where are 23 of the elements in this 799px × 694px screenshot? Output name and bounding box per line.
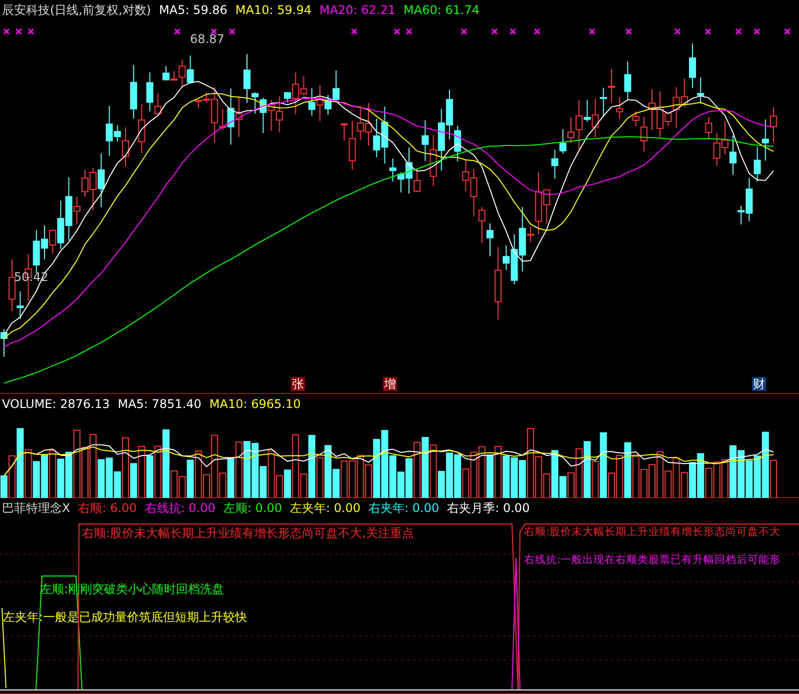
event-marker[interactable]: 财 [752,377,766,391]
indicator-title: 巴菲特理念X [2,500,70,516]
indicator-value: 右夹月季: 0.00 [447,500,530,516]
volume-value: MA10: 6965.10 [209,397,301,411]
high-price-label: 68.87 [190,32,224,46]
event-marker[interactable]: 增 [383,377,397,391]
indicator-value: 左夹年: 0.00 [290,500,361,516]
indicator-value: 右夹年: 0.00 [368,500,440,516]
signal-note: 左夹年:一般是已成功量价筑底但短期上升较快 [3,610,248,624]
moving-average-value: MA20: 62.21 [319,3,396,17]
stock-title: 辰安科技(日线,前复权,对数) [2,2,151,18]
indicator-value: 右顺: 6.00 [78,500,137,516]
signal-note: 右线抗:一般出现在右顺类股票已有升幅回档后可能形 [524,554,781,567]
event-marker[interactable]: 张 [291,377,305,391]
indicator-value: 右线抗: 0.00 [144,500,216,516]
moving-average-value: MA5: 59.86 [159,3,228,17]
signal-note: 右顺:股价未大幅长期上升业绩有增长形态尚可盘不大 [524,526,781,539]
signal-note: 右顺:股价未大幅长期上升业绩有增长形态尚可盘不大,关注重点 [82,526,414,540]
indicator-value: 左顺: 0.00 [223,500,282,516]
volume-value: VOLUME: 2876.13 [2,397,110,411]
volume-value: MA5: 7851.40 [118,397,202,411]
moving-average-value: MA60: 61.74 [404,3,480,17]
moving-average-value: MA10: 59.94 [235,3,312,17]
